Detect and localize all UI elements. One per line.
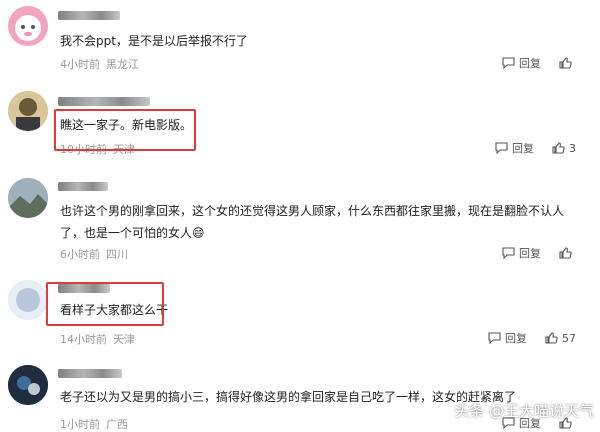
comment-text: 也许这个男的刚拿回来，这个女的还觉得这男人顾家，什么东西都往家里搬，现在是翻脸不… [60,204,565,240]
reply-button[interactable]: 回复 [488,330,527,346]
avatar[interactable] [8,280,48,320]
reply-icon [502,247,515,259]
reply-button[interactable]: 回复 [495,140,534,156]
reply-button[interactable]: 回复 [502,55,541,71]
like-button[interactable]: 3 [552,142,576,155]
thumbs-up-icon [545,332,558,344]
avatar[interactable] [8,6,48,46]
comment-time: 6小时前 [60,248,100,261]
comment-item: 也许这个男的刚拿回来，这个女的还觉得这男人顾家，什么东西都往家里搬，现在是翻脸不… [0,170,600,270]
reply-icon [495,142,508,154]
like-button[interactable]: 57 [545,332,576,345]
blurred-username[interactable] [58,182,108,191]
comment-item: 看样子大家都这么干 14小时前 天津 回复 57 [0,270,600,355]
comment-meta: 14小时前 天津 [60,331,135,347]
comment-actions: 回复 3 [477,140,576,156]
comment-meta: 6小时前 四川 [60,246,128,262]
like-button[interactable] [559,247,576,259]
reply-icon [488,332,501,344]
comment-location: 天津 [113,333,135,346]
comment-meta: 1小时前 广西 [60,416,128,432]
comment-time: 1小时前 [60,418,100,431]
like-button[interactable] [559,57,576,69]
comment-location: 四川 [106,248,128,261]
avatar[interactable] [8,178,48,218]
comment-time: 14小时前 [60,333,107,346]
thumbs-up-icon [559,57,572,69]
avatar[interactable] [8,365,48,405]
comment-actions: 回复 [484,245,576,261]
avatar[interactable] [8,91,48,131]
reply-button[interactable]: 回复 [502,245,541,261]
comment-item: 我不会ppt，是不是以后举报不行了 4小时前 黑龙江 回复 [0,0,600,85]
reply-icon [502,57,515,69]
comment-meta: 4小时前 黑龙江 [60,56,139,72]
blurred-username[interactable] [58,369,122,378]
thumbs-up-icon [552,142,565,154]
blurred-username[interactable] [58,97,150,106]
comment-item: 瞧这一家子。新电影版。 10小时前 天津 回复 3 [0,85,600,170]
watermark: 头条 @王大喵说天气 [454,402,594,420]
comment-time: 4小时前 [60,58,100,71]
comment-actions: 回复 [484,55,576,71]
comment-location: 黑龙江 [106,58,139,71]
highlight-box [54,109,196,151]
comment-location: 广西 [106,418,128,431]
highlight-box [46,282,164,326]
thumbs-up-icon [559,247,572,259]
comment-text: 老子还以为又是男的搞小三，搞得好像这男的拿回家是自己吃了一样，这女的赶紧离了 [60,390,517,404]
blurred-username[interactable] [58,11,120,20]
comment-actions: 回复 57 [470,330,576,346]
comment-text: 我不会ppt，是不是以后举报不行了 [60,34,248,48]
